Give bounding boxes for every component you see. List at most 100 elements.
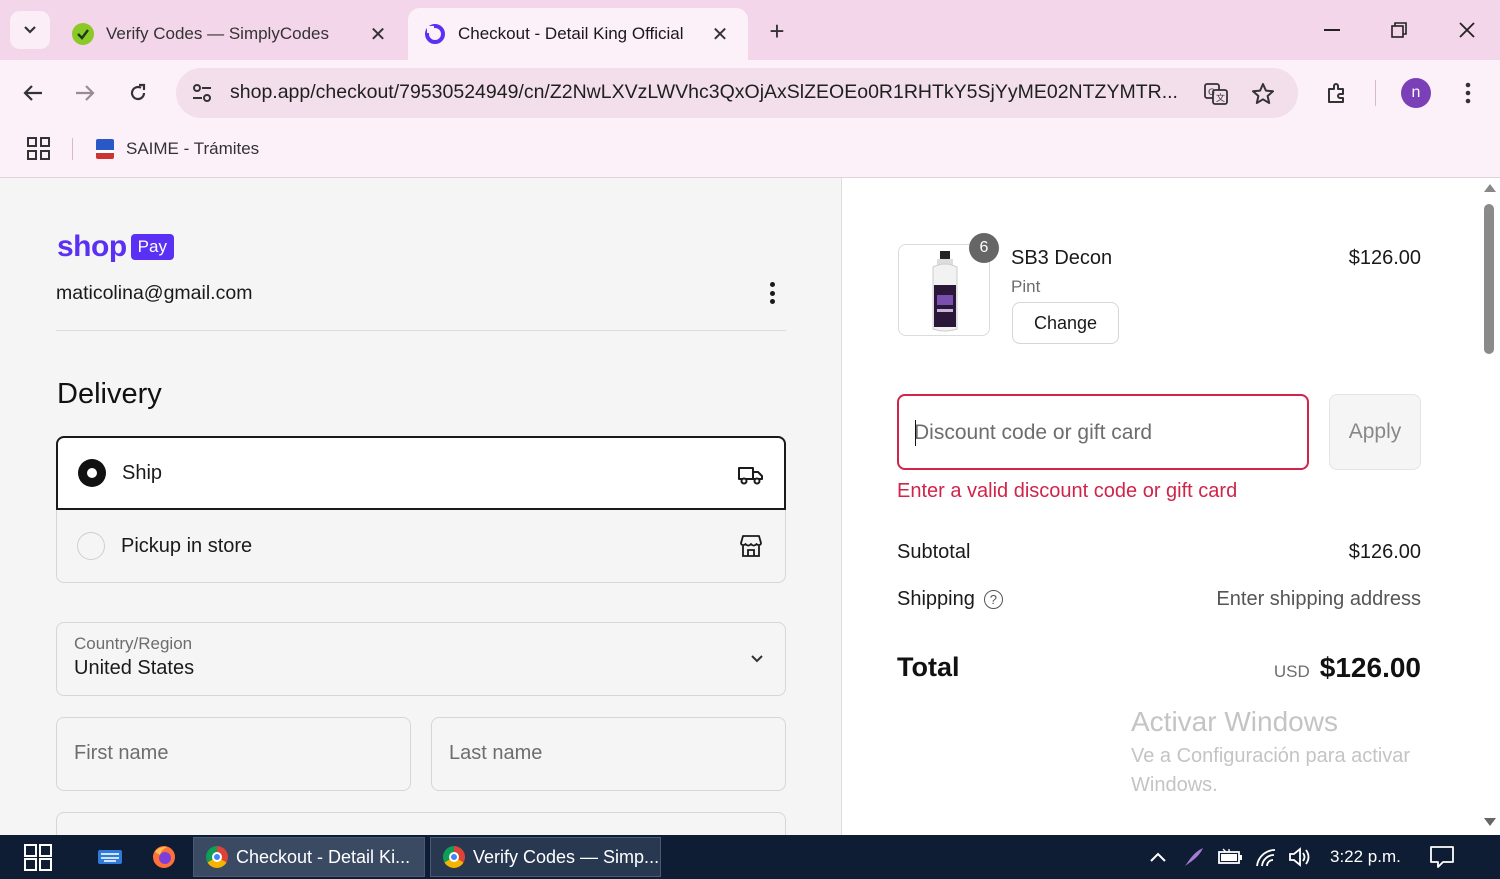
total-label: Total: [897, 652, 960, 682]
subtotal-label-text: Subtotal: [897, 541, 971, 563]
profile-avatar[interactable]: n: [1401, 78, 1431, 108]
text-cursor: [915, 420, 916, 446]
account-email: maticolina@gmail.com: [56, 282, 253, 304]
taskbar-clock[interactable]: 3:22 p.m.: [1330, 847, 1401, 867]
taskbar-app-checkout[interactable]: Checkout - Detail Ki...: [193, 837, 425, 877]
site-settings-icon[interactable]: [190, 81, 214, 105]
new-tab-button[interactable]: +: [762, 16, 792, 46]
checkout-form-panel: shop Pay maticolina@gmail.com Delivery S…: [0, 178, 842, 835]
wifi-icon[interactable]: [1250, 842, 1282, 872]
delivery-option-ship[interactable]: Ship: [56, 436, 786, 510]
extensions-button[interactable]: [1320, 76, 1354, 110]
volume-icon[interactable]: [1284, 842, 1316, 872]
shipping-label-text: Shipping: [897, 588, 975, 610]
last-name-placeholder: Last name: [449, 742, 543, 764]
total-value: $126.00: [1319, 652, 1421, 683]
bookmark-saime[interactable]: SAIME - Trámites: [96, 136, 259, 162]
close-tab-icon[interactable]: ✕: [366, 22, 390, 46]
quantity-badge: 6: [969, 233, 999, 263]
shipping-value: Enter shipping address: [1216, 588, 1421, 610]
account-menu-button[interactable]: [760, 278, 784, 308]
browser-toolbar: shop.app/checkout/79530524949/cn/Z2NwLXV…: [0, 60, 1500, 126]
taskbar-app-label: Checkout - Detail Ki...: [236, 846, 411, 867]
store-icon: [740, 535, 762, 557]
translate-icon[interactable]: G文: [1202, 80, 1230, 108]
total-amount: USD $126.00: [1274, 652, 1421, 684]
forward-button[interactable]: [68, 76, 102, 110]
discount-input[interactable]: [914, 418, 1294, 448]
shop-pay-badge: Pay: [130, 234, 174, 260]
first-name-placeholder: First name: [74, 742, 169, 764]
minimize-button[interactable]: [1316, 14, 1348, 46]
tab-checkout[interactable]: Checkout - Detail King Official ✕: [408, 8, 748, 60]
close-window-button[interactable]: [1451, 14, 1483, 46]
subtotal-value: $126.00: [1348, 541, 1421, 563]
tab-verify-codes[interactable]: Verify Codes — SimplyCodes ✕: [56, 8, 406, 60]
help-circle-icon[interactable]: ?: [983, 590, 1003, 609]
pen-icon[interactable]: [1178, 842, 1210, 872]
close-tab-icon[interactable]: ✕: [708, 22, 732, 46]
product-price: $126.00: [1348, 247, 1421, 269]
delivery-option-pickup[interactable]: Pickup in store: [56, 510, 786, 583]
scrollbar-thumb[interactable]: [1484, 204, 1494, 354]
keyboard-icon[interactable]: [94, 842, 126, 872]
tab-search-button[interactable]: [10, 11, 50, 49]
task-view-button[interactable]: [22, 842, 54, 872]
restore-button[interactable]: [1383, 14, 1415, 46]
country-label: Country/Region: [74, 634, 193, 653]
discount-error-message: Enter a valid discount code or gift card: [897, 480, 1238, 502]
section-divider: [56, 330, 786, 331]
pickup-radio[interactable]: [77, 532, 105, 560]
reload-button[interactable]: [121, 76, 155, 110]
change-variant-button[interactable]: Change: [1012, 302, 1119, 344]
last-name-field[interactable]: Last name: [431, 717, 786, 791]
bookmark-separator: [72, 138, 73, 160]
scroll-down-arrow-icon[interactable]: [1484, 818, 1496, 826]
truck-icon: [738, 467, 763, 485]
product-name: SB3 Decon: [1011, 247, 1113, 269]
url-text[interactable]: shop.app/checkout/79530524949/cn/Z2NwLXV…: [230, 81, 1190, 104]
battery-icon[interactable]: [1214, 842, 1246, 872]
shop-logo-word: shop: [57, 230, 127, 263]
address-bar[interactable]: shop.app/checkout/79530524949/cn/Z2NwLXV…: [176, 68, 1298, 118]
svg-text:G: G: [1208, 88, 1215, 98]
taskbar-app-label: Verify Codes — Simp...: [473, 846, 660, 867]
back-button[interactable]: [16, 76, 50, 110]
subtotal-label: Subtotal: [897, 541, 970, 564]
bookmarks-bar: SAIME - Trámites: [0, 126, 1500, 178]
show-hidden-icons-button[interactable]: [1142, 842, 1174, 872]
chrome-icon: [206, 846, 228, 868]
country-select[interactable]: Country/Region United States: [56, 622, 786, 696]
delivery-option-label: Ship: [122, 461, 163, 484]
taskbar-app-verify-codes[interactable]: Verify Codes — Simp...: [430, 837, 661, 877]
total-currency: USD: [1273, 662, 1310, 681]
back-arrow-icon: [23, 85, 42, 101]
scroll-up-arrow-icon[interactable]: [1484, 184, 1496, 192]
apply-discount-button[interactable]: Apply: [1329, 394, 1421, 470]
puzzle-icon: [1328, 83, 1344, 103]
ship-radio[interactable]: [78, 459, 106, 487]
saime-favicon-icon: [96, 139, 114, 159]
minimize-icon: [1324, 29, 1340, 31]
notification-icon: [1430, 846, 1454, 868]
chrome-icon: [443, 846, 465, 868]
apps-grid-icon[interactable]: [26, 136, 52, 162]
bookmark-star-icon[interactable]: [1249, 80, 1277, 108]
discount-field[interactable]: [897, 394, 1309, 470]
tab-title: Checkout - Detail King Official: [458, 24, 684, 43]
product-variant: Pint: [1011, 277, 1041, 296]
chevron-down-icon: [751, 655, 763, 663]
browser-menu-button[interactable]: [1451, 76, 1485, 110]
more-vert-icon: [1465, 82, 1471, 104]
tab-strip: Verify Codes — SimplyCodes ✕ Checkout - …: [0, 0, 1500, 60]
bookmark-label: SAIME - Trámites: [126, 139, 260, 158]
shop-favicon-icon: [424, 23, 446, 45]
svg-text:文: 文: [1216, 92, 1225, 104]
next-field-partial[interactable]: [56, 812, 786, 835]
shipping-label: Shipping ?: [897, 588, 1003, 611]
page-scrollbar[interactable]: [1480, 178, 1500, 835]
firefox-icon[interactable]: [148, 842, 180, 872]
first-name-field[interactable]: First name: [56, 717, 411, 791]
simplycodes-favicon-icon: [72, 23, 94, 45]
notifications-button[interactable]: [1426, 842, 1458, 872]
